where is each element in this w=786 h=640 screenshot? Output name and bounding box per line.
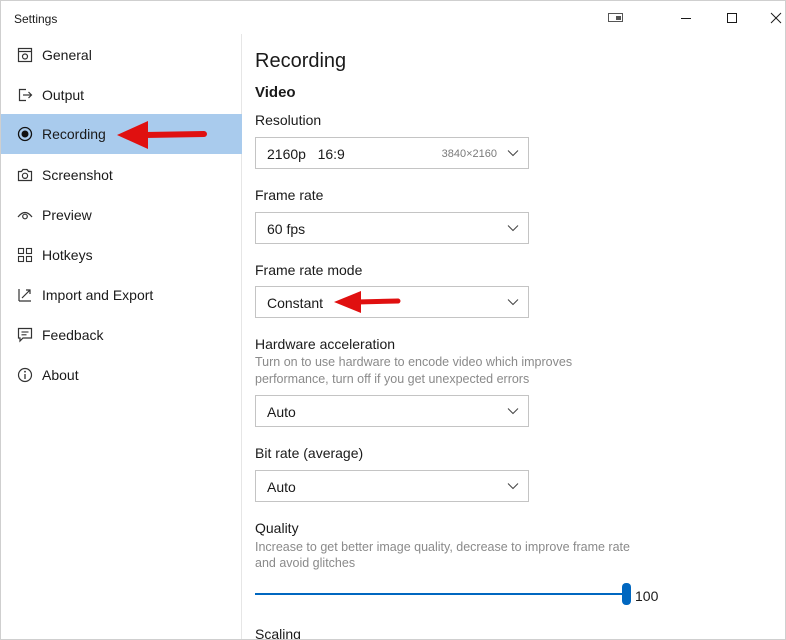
camera-icon — [17, 168, 33, 182]
quality-value: 100 — [635, 588, 659, 604]
sidebar-item-screenshot[interactable]: Screenshot — [1, 155, 242, 195]
hardware-acceleration-dropdown[interactable]: Auto — [255, 395, 529, 427]
chevron-down-icon — [507, 299, 519, 306]
bit-rate-value: Auto — [267, 479, 296, 495]
sidebar-item-label: Screenshot — [42, 167, 113, 183]
sidebar-item-label: General — [42, 47, 92, 63]
sidebar-item-label: Recording — [42, 126, 106, 142]
bit-rate-label: Bit rate (average) — [255, 445, 364, 461]
frame-rate-label: Frame rate — [255, 187, 324, 203]
sidebar-item-label: Output — [42, 87, 85, 103]
hardware-acceleration-value: Auto — [267, 404, 296, 420]
sidebar-item-hotkeys[interactable]: Hotkeys — [1, 235, 242, 275]
sidebar-item-general[interactable]: General — [1, 35, 242, 75]
compact-overlay-button[interactable] — [593, 1, 639, 34]
sidebar-item-about[interactable]: About — [1, 355, 242, 395]
maximize-icon — [727, 12, 737, 23]
close-button[interactable] — [753, 1, 785, 34]
sidebar-item-preview[interactable]: Preview — [1, 195, 242, 235]
resolution-label: Resolution — [255, 112, 322, 128]
settings-window: Settings General Output Recording Screen… — [0, 0, 786, 640]
annotation-arrow-frame-rate-mode — [334, 291, 401, 313]
quality-slider-thumb[interactable] — [622, 583, 631, 605]
recording-settings-panel: Recording Video Resolution 2160p 16:9 38… — [243, 34, 785, 640]
resolution-value: 2160p 16:9 — [267, 146, 345, 162]
frame-rate-mode-value: Constant — [267, 295, 324, 311]
sidebar-item-label: Preview — [42, 207, 92, 223]
chevron-down-icon — [507, 408, 519, 415]
quality-label: Quality — [255, 520, 299, 536]
section-heading-video: Video — [255, 84, 296, 101]
general-icon — [17, 47, 33, 63]
title-bar: Settings — [1, 1, 785, 34]
quality-slider-track[interactable] — [255, 593, 627, 595]
output-icon — [18, 88, 33, 102]
window-title: Settings — [14, 12, 58, 26]
minimize-button[interactable] — [663, 1, 709, 34]
sidebar-item-label: Feedback — [42, 327, 104, 343]
quality-help-line2: and avoid glitches — [255, 556, 356, 570]
sidebar-item-output[interactable]: Output — [1, 75, 242, 115]
hardware-acceleration-help-line2: performance, turn off if you get unexpec… — [255, 372, 530, 386]
hardware-acceleration-label: Hardware acceleration — [255, 336, 396, 352]
hardware-acceleration-help-line1: Turn on to use hardware to encode video … — [255, 355, 573, 369]
sidebar-item-label: Hotkeys — [42, 247, 93, 263]
minimize-icon — [681, 17, 691, 19]
chevron-down-icon — [507, 150, 519, 157]
quality-help-line1: Increase to get better image quality, de… — [255, 540, 630, 554]
frame-rate-value: 60 fps — [267, 221, 306, 237]
keyboard-icon — [17, 247, 33, 263]
info-icon — [17, 367, 33, 383]
page-title: Recording — [255, 50, 347, 72]
import-export-icon — [18, 289, 31, 302]
eye-icon — [17, 211, 33, 220]
bit-rate-dropdown[interactable]: Auto — [255, 470, 529, 502]
chevron-down-icon — [507, 483, 519, 490]
chevron-down-icon — [507, 225, 519, 232]
sidebar-item-feedback[interactable]: Feedback — [1, 315, 242, 355]
annotation-arrow-recording — [117, 121, 207, 149]
sidebar-item-label: About — [42, 367, 79, 383]
scaling-label: Scaling — [255, 626, 301, 640]
close-icon — [770, 12, 782, 23]
sidebar-item-import-export[interactable]: Import and Export — [1, 275, 242, 315]
resolution-detail: 3840×2160 — [441, 148, 497, 160]
frame-rate-dropdown[interactable]: 60 fps — [255, 212, 529, 244]
frame-rate-mode-label: Frame rate mode — [255, 262, 363, 278]
feedback-icon — [17, 327, 33, 343]
maximize-button[interactable] — [709, 1, 755, 34]
resolution-dropdown[interactable]: 2160p 16:9 3840×2160 — [255, 137, 529, 169]
compact-overlay-icon — [608, 12, 623, 22]
sidebar-item-label: Import and Export — [42, 287, 154, 303]
record-icon — [17, 126, 33, 142]
